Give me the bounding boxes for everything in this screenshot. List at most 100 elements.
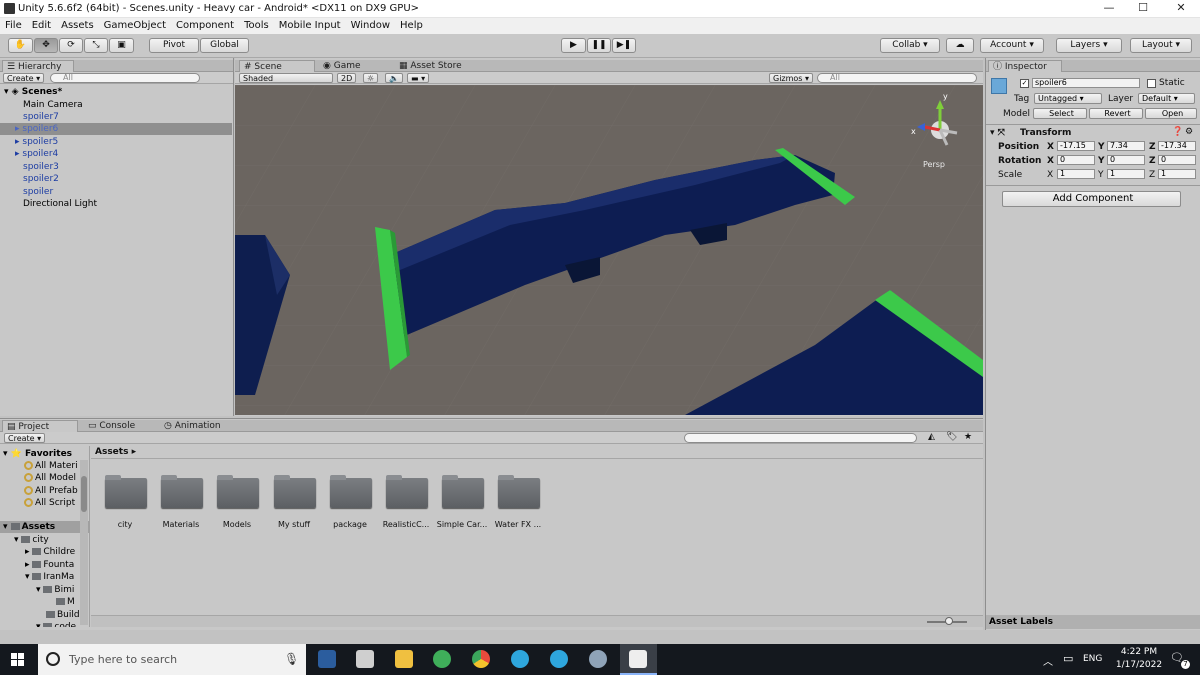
project-create-button[interactable]: Create ▾ xyxy=(4,433,46,443)
tree-scroll-thumb[interactable] xyxy=(81,476,87,512)
hand-tool-icon[interactable]: ✋ xyxy=(8,38,33,53)
app-icon[interactable] xyxy=(433,650,451,668)
calculator-icon[interactable] xyxy=(356,650,374,668)
rect-tool-icon[interactable]: ▣ xyxy=(109,38,134,53)
tree-item[interactable]: ▾ Bimi xyxy=(0,584,74,596)
rotation-y-field[interactable]: 0 xyxy=(1107,155,1145,165)
microphone-icon[interactable]: 🎙 xyxy=(284,652,299,666)
menu-mobile-input[interactable]: Mobile Input xyxy=(274,18,346,31)
clock-time[interactable]: 4:22 PM xyxy=(1114,647,1164,657)
audio-toggle-icon[interactable]: 🔈 xyxy=(385,73,403,83)
scene-search-input[interactable]: All xyxy=(817,73,977,83)
model-select-button[interactable]: Select xyxy=(1033,108,1087,119)
shading-mode-dropdown[interactable]: Shaded xyxy=(239,73,333,83)
scale-x-field[interactable]: 1 xyxy=(1057,169,1095,179)
rotate-tool-icon[interactable]: ⟳ xyxy=(59,38,83,53)
hierarchy-item[interactable]: ▸ spoiler4 xyxy=(0,148,232,160)
step-button[interactable]: ▶❚ xyxy=(612,38,636,53)
pause-button[interactable]: ❚❚ xyxy=(587,38,611,53)
chrome-icon[interactable] xyxy=(472,650,490,668)
rotation-x-field[interactable]: 0 xyxy=(1057,155,1095,165)
filter-label-icon[interactable]: 🏷 xyxy=(946,432,957,442)
global-toggle[interactable]: Global xyxy=(200,38,249,53)
object-name-field[interactable]: spoiler6 xyxy=(1032,78,1140,88)
hierarchy-item[interactable]: Main Camera xyxy=(0,99,232,111)
cloud-icon[interactable]: ☁ xyxy=(946,38,974,53)
menu-assets[interactable]: Assets xyxy=(56,18,99,31)
static-checkbox[interactable] xyxy=(1147,79,1156,88)
favorite-star-icon[interactable]: ★ xyxy=(964,432,972,442)
transform-foldout[interactable]: ▾ ⤧ Transform xyxy=(990,128,1071,138)
menu-edit[interactable]: Edit xyxy=(27,18,56,31)
asset-folder[interactable]: Water FX ... xyxy=(495,475,541,530)
fav-item[interactable]: All Materi xyxy=(0,460,78,472)
fav-item[interactable]: All Script xyxy=(0,497,75,509)
file-explorer-icon[interactable] xyxy=(395,650,413,668)
hierarchy-item-selected[interactable]: ▸ spoiler6 xyxy=(0,123,232,135)
hierarchy-item[interactable]: Directional Light xyxy=(0,198,232,210)
telegram-icon[interactable] xyxy=(511,650,529,668)
tab-animation[interactable]: ◷ Animation xyxy=(160,420,240,432)
close-button[interactable]: ✕ xyxy=(1166,1,1196,17)
asset-folder[interactable]: My stuff xyxy=(272,475,316,530)
scene-viewport[interactable]: y x Persp xyxy=(235,85,983,415)
active-checkbox[interactable]: ✓ xyxy=(1020,79,1029,88)
network-icon[interactable]: ▭ xyxy=(1063,652,1073,665)
position-x-field[interactable]: -17.15 xyxy=(1057,141,1095,151)
hierarchy-item[interactable]: spoiler3 xyxy=(0,161,232,173)
asset-folder[interactable]: city xyxy=(103,475,147,530)
tag-dropdown[interactable]: Untagged ▾ xyxy=(1034,93,1102,104)
project-search-input[interactable] xyxy=(684,433,917,443)
fav-item[interactable]: All Model xyxy=(0,472,76,484)
scale-tool-icon[interactable]: ⤡ xyxy=(84,38,108,53)
scene-root[interactable]: ▾ ◈ Scenes* xyxy=(0,86,232,98)
maximize-button[interactable]: ☐ xyxy=(1128,1,1158,17)
menu-gameobject[interactable]: GameObject xyxy=(99,18,171,31)
position-y-field[interactable]: 7.34 xyxy=(1107,141,1145,151)
pivot-toggle[interactable]: Pivot xyxy=(149,38,199,53)
clock-date[interactable]: 1/17/2022 xyxy=(1108,660,1170,670)
language-indicator[interactable]: ENG xyxy=(1083,654,1102,664)
asset-folder[interactable]: package xyxy=(328,475,372,530)
hierarchy-search-input[interactable]: All xyxy=(50,73,200,83)
layer-dropdown[interactable]: Default ▾ xyxy=(1138,93,1195,104)
move-tool-icon[interactable]: ✥ xyxy=(34,38,58,53)
menu-tools[interactable]: Tools xyxy=(239,18,274,31)
collab-button[interactable]: Collab ▾ xyxy=(880,38,940,53)
lighting-toggle-icon[interactable]: ☼ xyxy=(363,73,379,83)
tab-scene[interactable]: # Scene xyxy=(239,60,315,72)
menu-help[interactable]: Help xyxy=(395,18,428,31)
minimize-button[interactable]: — xyxy=(1094,1,1124,17)
scale-z-field[interactable]: 1 xyxy=(1158,169,1196,179)
tree-item[interactable]: ▸ Childre xyxy=(0,546,75,558)
tree-item[interactable]: ▸ Founta xyxy=(0,559,74,571)
gizmos-dropdown[interactable]: Gizmos ▾ xyxy=(769,73,814,83)
fav-item[interactable]: All Prefab xyxy=(0,485,78,497)
effects-dropdown-icon[interactable]: ▬ ▾ xyxy=(407,73,430,83)
menu-window[interactable]: Window xyxy=(346,18,395,31)
tab-asset-store[interactable]: ▦ Asset Store xyxy=(395,60,479,72)
tray-chevron-icon[interactable]: ︿ xyxy=(1043,653,1053,668)
telegram-desktop-icon[interactable] xyxy=(550,650,568,668)
tab-hierarchy[interactable]: ☰ Hierarchy xyxy=(2,60,74,72)
paint-icon[interactable] xyxy=(589,650,607,668)
unity-taskbar-button[interactable] xyxy=(620,644,657,675)
taskbar-search-input[interactable]: Type here to search 🎙 xyxy=(38,644,306,675)
asset-labels-bar[interactable]: Asset Labels xyxy=(986,615,1200,629)
position-z-field[interactable]: -17.34 xyxy=(1158,141,1196,151)
model-open-button[interactable]: Open xyxy=(1145,108,1197,119)
add-component-button[interactable]: Add Component xyxy=(1002,191,1181,207)
assets-root-foldout[interactable]: ▾ Assets xyxy=(0,521,89,533)
component-help-icon[interactable]: ❓ xyxy=(1172,127,1183,137)
hierarchy-item[interactable]: ▸ spoiler5 xyxy=(0,136,232,148)
layers-dropdown[interactable]: Layers ▾ xyxy=(1056,38,1122,53)
asset-folder[interactable]: Simple Car... xyxy=(437,475,487,530)
scale-y-field[interactable]: 1 xyxy=(1107,169,1145,179)
asset-folder[interactable]: Models xyxy=(215,475,259,530)
tree-item[interactable]: M xyxy=(0,596,75,608)
filter-type-icon[interactable]: ◭ xyxy=(928,432,935,442)
tab-project[interactable]: ▤ Project xyxy=(2,420,78,432)
tree-item[interactable]: Build xyxy=(0,609,80,621)
play-button[interactable]: ▶ xyxy=(561,38,586,53)
hierarchy-item[interactable]: spoiler2 xyxy=(0,173,232,185)
